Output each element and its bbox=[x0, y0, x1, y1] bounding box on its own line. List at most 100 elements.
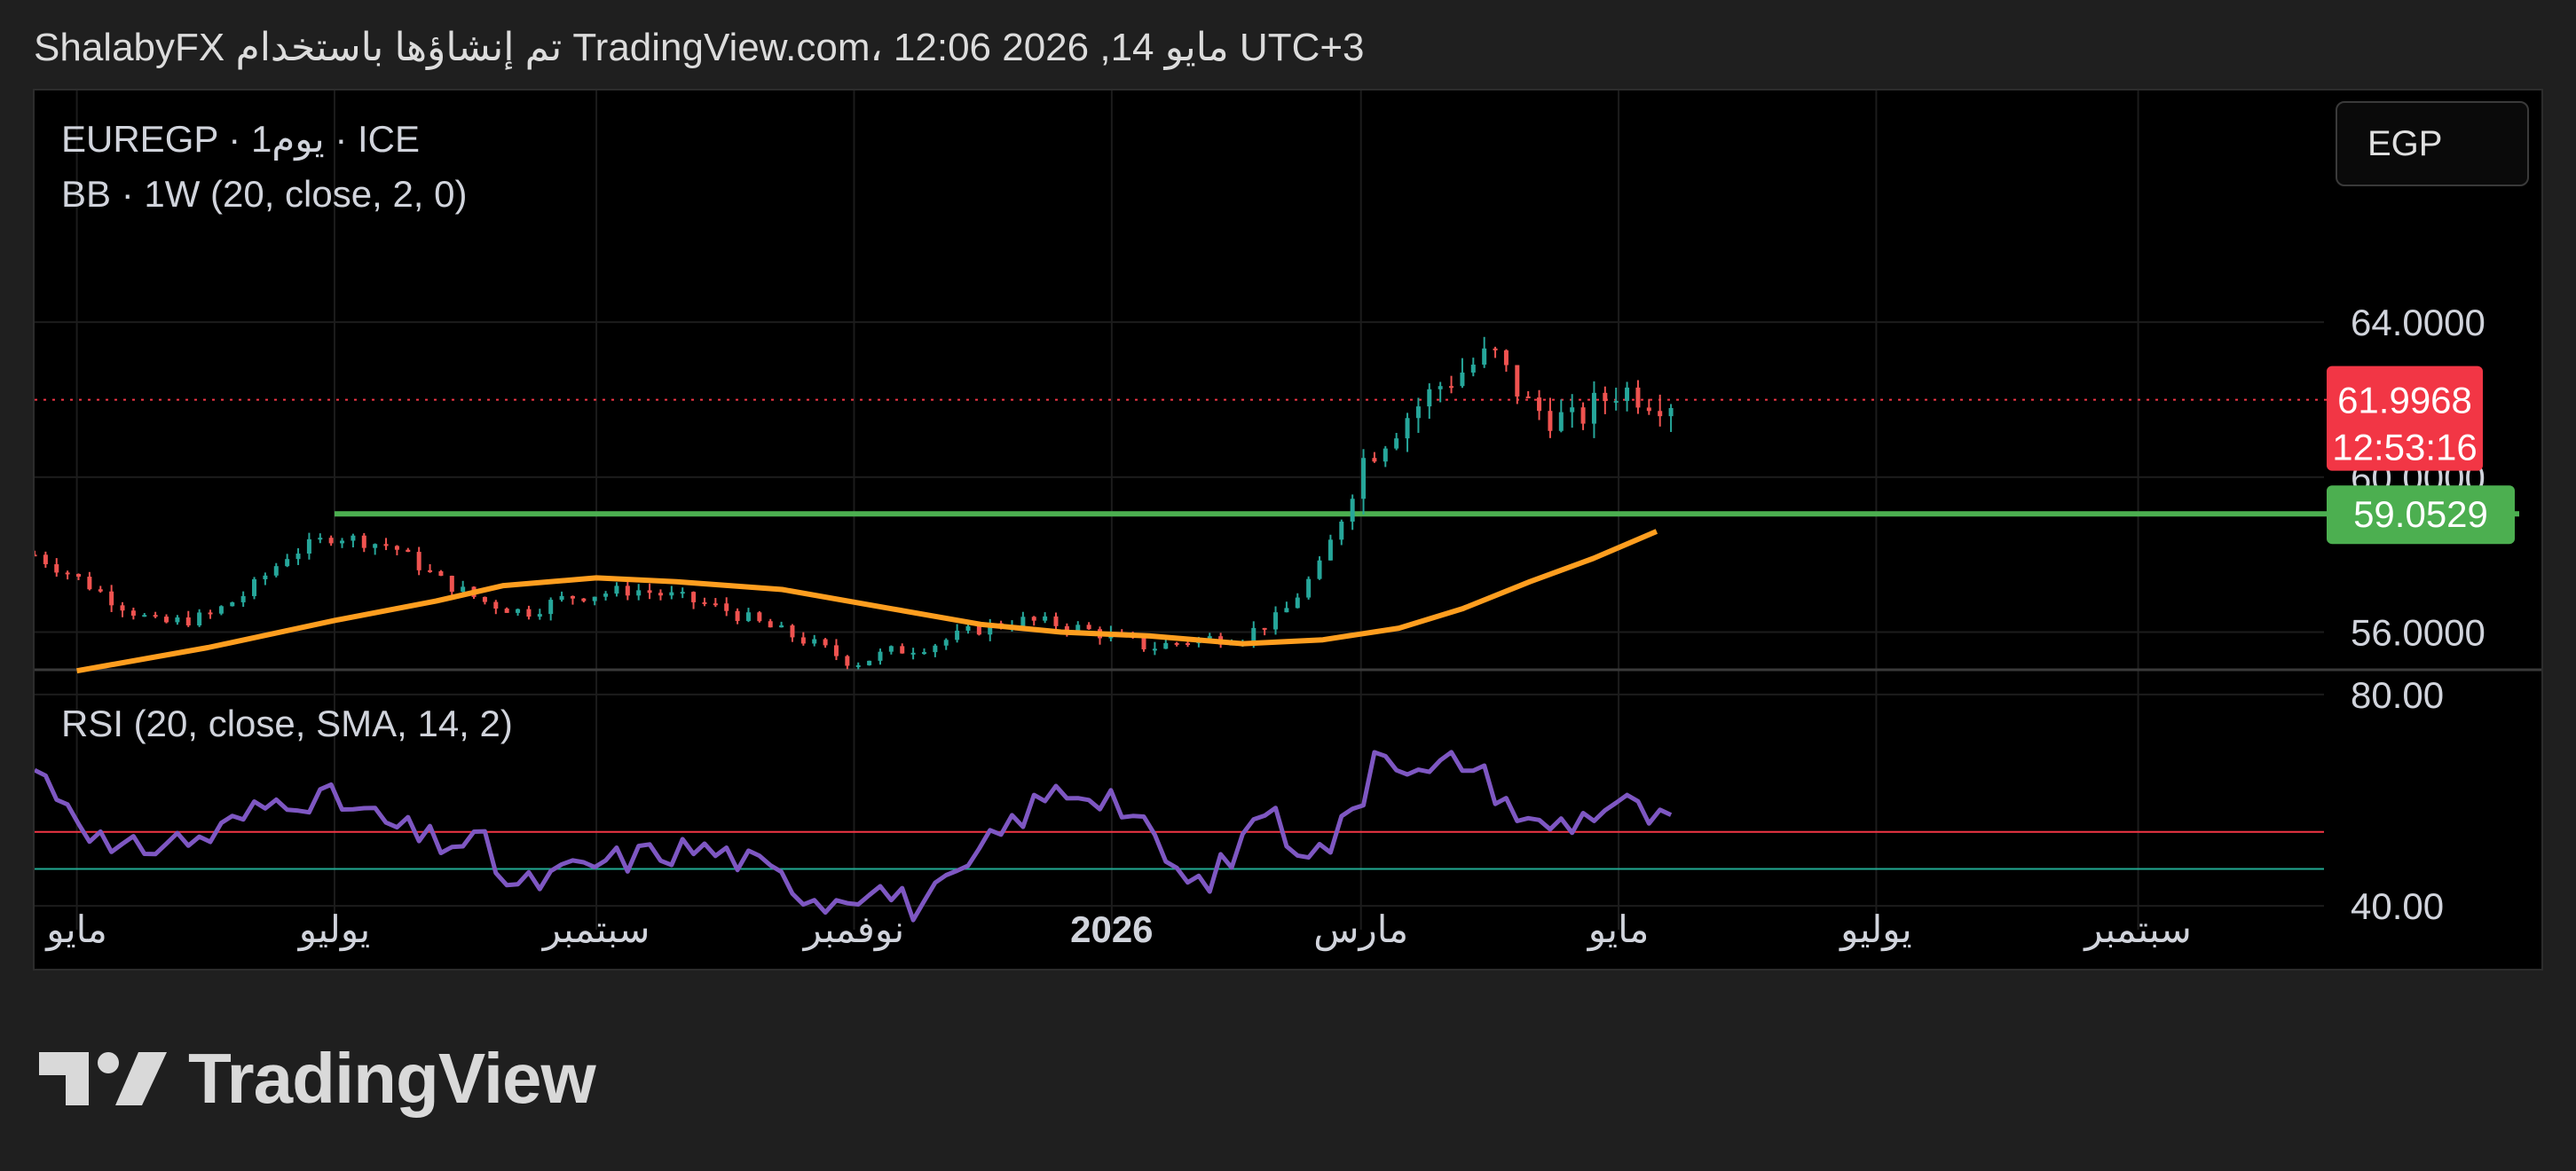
candle-down bbox=[383, 544, 389, 546]
candle-down bbox=[735, 610, 740, 621]
candle-down bbox=[581, 598, 587, 601]
candle-up bbox=[351, 535, 356, 541]
candle-down bbox=[1086, 625, 1091, 630]
candle-up bbox=[680, 592, 685, 594]
candle-down bbox=[65, 572, 70, 575]
candle-up bbox=[1251, 627, 1256, 642]
candle-down bbox=[406, 549, 411, 553]
candle-up bbox=[812, 639, 817, 644]
candle-up bbox=[230, 601, 235, 607]
candle-down bbox=[35, 554, 37, 557]
candle-up bbox=[559, 595, 564, 601]
candle-down bbox=[768, 621, 773, 628]
candle-down bbox=[900, 646, 905, 654]
candle-down bbox=[109, 591, 114, 606]
candle-up bbox=[1306, 578, 1312, 598]
candle-up bbox=[252, 578, 257, 596]
candle-down bbox=[504, 609, 509, 613]
candle-up bbox=[142, 615, 147, 617]
candle-up bbox=[745, 612, 751, 621]
time-axis-tick-label: يوليو bbox=[1839, 908, 1912, 952]
candle-up bbox=[878, 651, 883, 661]
candle-down bbox=[976, 625, 981, 635]
candle-up bbox=[318, 538, 323, 540]
candle-up bbox=[1075, 625, 1081, 632]
candle-up bbox=[1482, 348, 1487, 365]
candle-down bbox=[713, 603, 718, 606]
candle-up bbox=[1438, 386, 1443, 389]
chart-panel[interactable]: 64.0000 56.0000 60.0000 80.00 40.00 مايو يوليو… bbox=[33, 89, 2543, 971]
time-axis-tick-label: نوفمبر bbox=[802, 908, 905, 952]
candle-up bbox=[592, 596, 597, 601]
candle-down bbox=[691, 592, 697, 602]
chart-attribution-header: ShalabyFX تم إنشاؤها باستخدام TradingVie… bbox=[34, 26, 1365, 69]
candle-up bbox=[921, 652, 926, 655]
candle-down bbox=[328, 538, 334, 544]
candle-down bbox=[76, 574, 82, 578]
price-axis-tick-label: 64.0000 bbox=[2351, 302, 2485, 343]
time-axis-tick-label: يوليو bbox=[297, 908, 371, 952]
candle-up bbox=[867, 660, 872, 665]
time-axis-tick-label: مايو bbox=[1587, 908, 1650, 952]
candle-up bbox=[340, 540, 345, 544]
tradingview-logo-icon bbox=[39, 1052, 167, 1105]
candle-down bbox=[724, 603, 729, 611]
bb-indicator-legend[interactable]: BB · 1W (20, close, 2, 0) bbox=[61, 173, 468, 216]
candle-up bbox=[779, 625, 784, 628]
candle-up bbox=[218, 606, 224, 614]
candle-up bbox=[1020, 617, 1026, 627]
candle-up bbox=[273, 566, 279, 576]
bar-close-countdown: 12:53:16 bbox=[2332, 427, 2478, 468]
candle-down bbox=[1603, 392, 1608, 402]
candle-down bbox=[647, 590, 652, 593]
candle-up bbox=[1043, 616, 1048, 621]
candle-up bbox=[1339, 521, 1344, 540]
brand-name: TradingView bbox=[188, 1039, 596, 1118]
current-price-value: 61.9968 bbox=[2337, 380, 2472, 421]
candle-down bbox=[1548, 411, 1553, 431]
candle-down bbox=[658, 593, 663, 596]
price-axis-tick-label: 56.0000 bbox=[2351, 612, 2485, 654]
candle-down bbox=[87, 577, 92, 590]
symbol-legend[interactable]: EUREGP · 1يوم · ICE bbox=[61, 117, 420, 161]
candle-down bbox=[428, 570, 433, 572]
candle-down bbox=[790, 625, 795, 638]
candle-up bbox=[1591, 392, 1596, 424]
candle-up bbox=[1207, 636, 1212, 639]
candle-down bbox=[164, 617, 169, 623]
page: ShalabyFX تم إنشاؤها باستخدام TradingVie… bbox=[0, 0, 2576, 1171]
candle-up bbox=[1284, 608, 1289, 613]
bb-basis-line bbox=[76, 529, 1658, 674]
rsi-axis-tick-label: 80.00 bbox=[2351, 674, 2444, 716]
candle-up bbox=[1327, 539, 1333, 561]
time-axis-tick-label: مايو bbox=[44, 908, 107, 952]
candle-up bbox=[855, 664, 861, 667]
candle-down bbox=[493, 601, 499, 609]
candle-up bbox=[1625, 387, 1630, 401]
candle-down bbox=[482, 596, 487, 602]
chart-canvas[interactable]: 64.000056.000060.000080.0040.00مايو يوليو… bbox=[35, 90, 2541, 969]
candle-up bbox=[1394, 438, 1399, 449]
candle-up bbox=[175, 617, 180, 623]
candle-up bbox=[669, 592, 674, 596]
rsi-axis-tick-label: 40.00 bbox=[2351, 885, 2444, 927]
support-level-value: 59.0529 bbox=[2353, 493, 2488, 535]
candle-up bbox=[1460, 372, 1465, 387]
candle-down bbox=[120, 605, 125, 611]
rsi-indicator-legend[interactable]: RSI (20, close, SMA, 14, 2) bbox=[61, 703, 513, 745]
candle-up bbox=[603, 593, 609, 597]
candle-up bbox=[1383, 448, 1388, 462]
candle-down bbox=[570, 595, 575, 599]
candle-up bbox=[240, 595, 246, 602]
candle-up bbox=[1668, 407, 1674, 417]
candle-down bbox=[361, 535, 366, 548]
candle-up bbox=[197, 612, 202, 626]
candle-down bbox=[1537, 397, 1542, 412]
candle-up bbox=[955, 630, 960, 641]
candle-up bbox=[965, 625, 971, 631]
currency-selector[interactable]: EGP bbox=[2336, 101, 2529, 186]
candle-down bbox=[153, 615, 158, 617]
candle-up bbox=[516, 609, 521, 613]
candle-down bbox=[526, 609, 532, 617]
candle-down bbox=[1031, 617, 1036, 621]
